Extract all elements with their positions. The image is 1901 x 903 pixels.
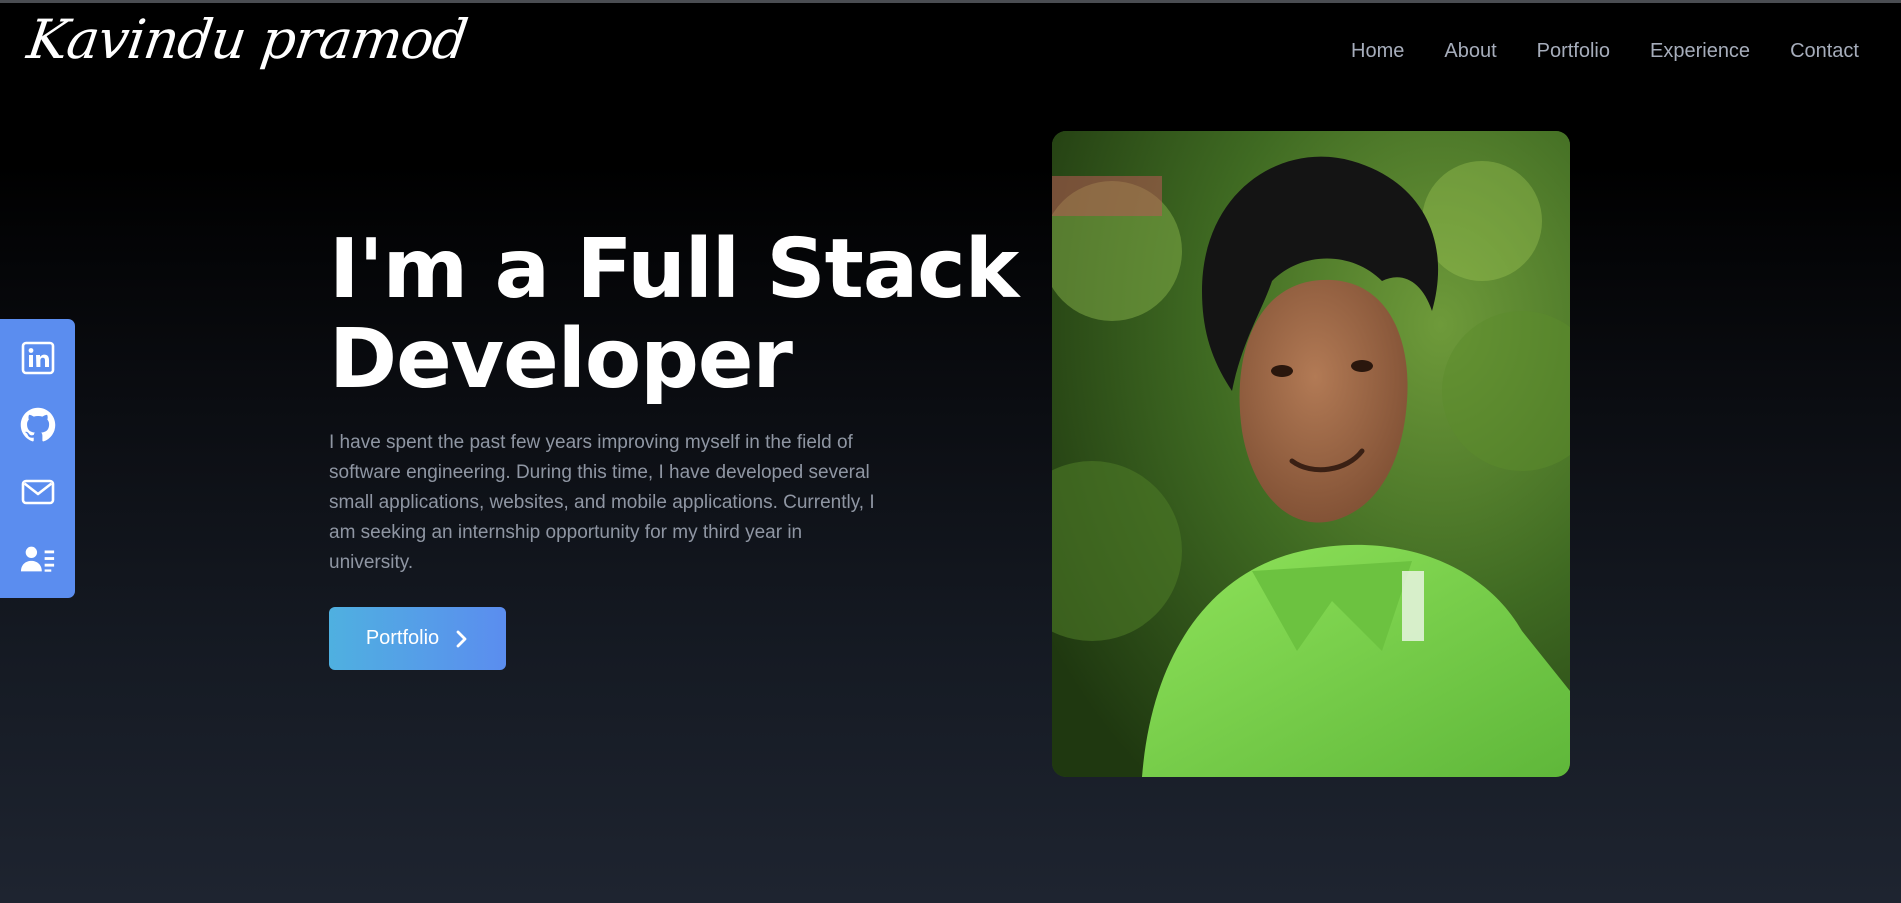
profile-photo [1052, 131, 1570, 777]
social-links-sidebar [0, 319, 75, 598]
email-link[interactable] [20, 474, 56, 510]
site-logo[interactable]: Kavindu pramod [24, 8, 471, 71]
main-nav: Home About Portfolio Experience Contact [1351, 40, 1859, 63]
nav-contact-link[interactable]: Contact [1790, 40, 1859, 63]
mail-icon [21, 479, 54, 505]
profile-photo-illustration [1052, 131, 1570, 777]
nav-home-link[interactable]: Home [1351, 40, 1404, 63]
linkedin-link[interactable] [20, 340, 56, 376]
github-icon [20, 407, 55, 442]
window-top-border [0, 0, 1901, 3]
resume-link[interactable] [20, 541, 56, 577]
hero-description: I have spent the past few years improvin… [329, 432, 875, 573]
portfolio-button-label: Portfolio [365, 627, 440, 649]
portfolio-button[interactable]: Portfolio [329, 607, 506, 670]
nav-experience-link[interactable]: Experience [1650, 40, 1750, 63]
nav-about-link[interactable]: About [1444, 40, 1496, 63]
linkedin-icon [21, 342, 54, 375]
contact-card-icon [20, 546, 54, 572]
hero-title: I'm a Full Stack Developer [329, 222, 1019, 407]
nav-portfolio-link[interactable]: Portfolio [1537, 40, 1610, 63]
chevron-right-icon [456, 630, 467, 647]
github-link[interactable] [20, 407, 56, 443]
